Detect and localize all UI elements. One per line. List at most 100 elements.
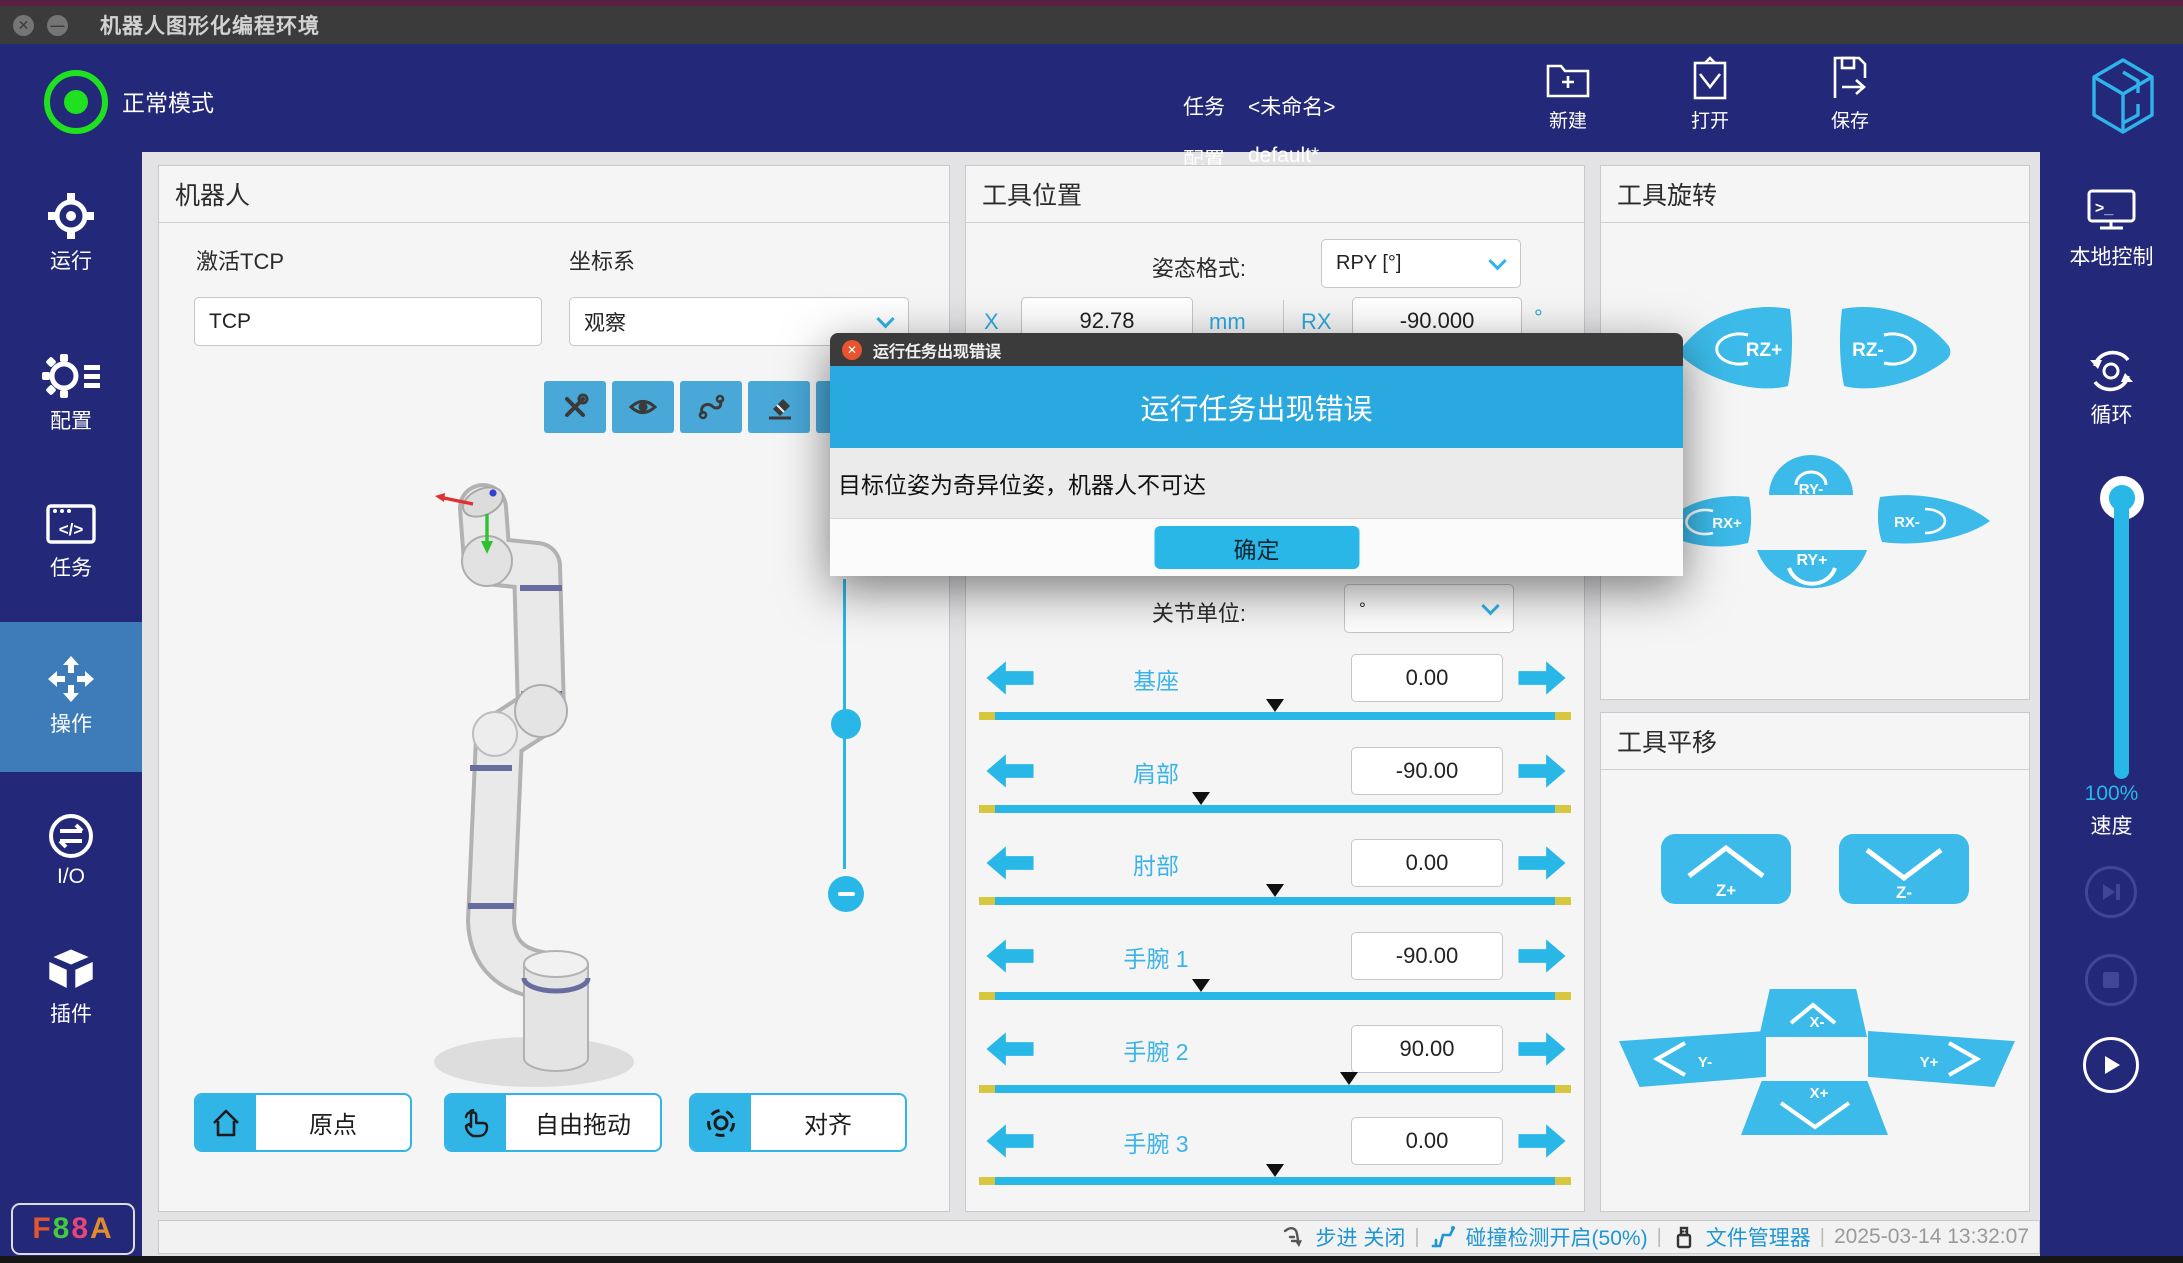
joint-value-input[interactable]: 90.00 bbox=[1351, 1025, 1503, 1073]
local-control-button[interactable]: >_ 本地控制 bbox=[2040, 187, 2183, 271]
joint-slider[interactable] bbox=[979, 1177, 1571, 1185]
joint-value-input[interactable]: 0.00 bbox=[1351, 654, 1503, 702]
joint-row: 肩部 -90.00 bbox=[966, 747, 1584, 795]
window-title: 机器人图形化编程环境 bbox=[100, 10, 320, 40]
visibility-button[interactable] bbox=[612, 381, 674, 433]
loop-button[interactable]: 循环 bbox=[2040, 347, 2183, 429]
rx-minus-button[interactable]: RX- bbox=[1873, 491, 1995, 549]
step-status[interactable]: 步进 关闭 bbox=[1316, 1222, 1406, 1252]
sidebar-item-config[interactable]: 配置 bbox=[0, 353, 142, 435]
tools-button[interactable] bbox=[544, 381, 606, 433]
joint-slider[interactable] bbox=[979, 805, 1571, 813]
dialog-ok-button[interactable]: 确定 bbox=[1154, 526, 1359, 569]
save-floppy-icon bbox=[1802, 54, 1898, 102]
rz-plus-button[interactable]: RZ+ bbox=[1676, 301, 1796, 396]
error-dialog-titlebar[interactable]: ✕ 运行任务出现错误 bbox=[830, 333, 1683, 366]
z-minus-button[interactable]: Z- bbox=[1839, 834, 1969, 904]
joint-slider-marker[interactable] bbox=[1340, 1072, 1358, 1085]
joint-decrease-button[interactable] bbox=[986, 753, 1034, 789]
window-minimize-icon[interactable]: — bbox=[47, 15, 68, 36]
stop-button[interactable] bbox=[2085, 954, 2137, 1006]
x-minus-button[interactable]: X- bbox=[1759, 989, 1867, 1037]
new-task-button[interactable]: 新建 bbox=[1520, 54, 1616, 133]
erase-button[interactable] bbox=[748, 381, 810, 433]
brand-logo-icon bbox=[2086, 52, 2160, 146]
speed-slider[interactable] bbox=[2114, 501, 2129, 779]
error-dialog-footer: 确定 bbox=[830, 518, 1683, 576]
svg-text:</>: </> bbox=[59, 520, 84, 539]
sidebar-item-plugin[interactable]: 插件 bbox=[0, 946, 142, 1028]
collision-status[interactable]: 碰撞检测开启(50%) bbox=[1466, 1222, 1648, 1252]
sidebar-item-operate[interactable]: 操作 bbox=[0, 656, 142, 738]
joint-slider[interactable] bbox=[979, 1085, 1571, 1093]
joint-value-input[interactable]: 0.00 bbox=[1351, 839, 1503, 887]
tool-position-panel: 工具位置 姿态格式: RPY [°] X 92.78 mm RX -90.000… bbox=[965, 165, 1585, 1212]
x-plus-button[interactable]: X+ bbox=[1741, 1081, 1888, 1135]
joint-increase-button[interactable] bbox=[1518, 1031, 1566, 1067]
joint-row: 肘部 0.00 bbox=[966, 839, 1584, 887]
free-drag-label: 自由拖动 bbox=[506, 1095, 660, 1150]
step-forward-button[interactable] bbox=[2085, 866, 2137, 918]
rz-minus-button[interactable]: RZ- bbox=[1836, 301, 1956, 396]
joint-slider[interactable] bbox=[979, 897, 1571, 905]
eye-icon bbox=[628, 392, 658, 422]
sidebar-item-io[interactable]: I/O bbox=[0, 813, 142, 889]
joint-slider-marker[interactable] bbox=[1192, 979, 1210, 992]
z-plus-button[interactable]: Z+ bbox=[1661, 834, 1791, 904]
robot-3d-view[interactable] bbox=[429, 466, 779, 1106]
pose-format-select[interactable]: RPY [°] bbox=[1321, 239, 1521, 288]
joint-value-input[interactable]: -90.00 bbox=[1351, 747, 1503, 795]
free-drag-button[interactable]: 自由拖动 bbox=[444, 1093, 662, 1152]
active-tcp-input[interactable]: TCP bbox=[194, 297, 542, 346]
ry-plus-button[interactable]: RY+ bbox=[1751, 544, 1873, 632]
joint-decrease-button[interactable] bbox=[986, 1123, 1034, 1159]
y-minus-button[interactable]: Y- bbox=[1619, 1031, 1766, 1087]
open-task-button[interactable]: 打开 bbox=[1662, 54, 1758, 133]
home-button[interactable]: 原点 bbox=[194, 1093, 412, 1152]
robot-model-badge: F88A bbox=[11, 1203, 135, 1255]
align-button[interactable]: 对齐 bbox=[689, 1093, 907, 1152]
joint-slider-marker[interactable] bbox=[1266, 1164, 1284, 1177]
joint-slider[interactable] bbox=[979, 992, 1571, 1000]
joint-value-input[interactable]: -90.00 bbox=[1351, 932, 1503, 980]
joint-slider-marker[interactable] bbox=[1266, 884, 1284, 897]
joint-decrease-button[interactable] bbox=[986, 845, 1034, 881]
joint-increase-button[interactable] bbox=[1518, 753, 1566, 789]
io-arrows-icon bbox=[0, 813, 142, 859]
sidebar-item-task[interactable]: </> 任务 bbox=[0, 500, 142, 582]
window-close-icon[interactable]: ✕ bbox=[13, 15, 34, 36]
error-dialog-heading: 运行任务出现错误 bbox=[830, 366, 1683, 448]
stop-icon bbox=[2101, 970, 2121, 990]
play-button[interactable] bbox=[2083, 1037, 2139, 1093]
joint-decrease-button[interactable] bbox=[986, 938, 1034, 974]
ry-minus-button[interactable]: RY- bbox=[1761, 449, 1861, 497]
joint-slider[interactable] bbox=[979, 712, 1571, 720]
bottom-edge bbox=[0, 1256, 2183, 1263]
y-plus-button[interactable]: Y+ bbox=[1868, 1031, 2015, 1087]
zoom-out-button[interactable] bbox=[828, 876, 864, 912]
header-bar: 正常模式 任务 <未命名> 配置 default* 新建 打开 bbox=[0, 44, 2183, 152]
status-separator: | bbox=[1414, 1226, 1419, 1249]
joint-increase-button[interactable] bbox=[1518, 660, 1566, 696]
x-unit-label: mm bbox=[1209, 309, 1246, 335]
joint-unit-select[interactable]: ° bbox=[1344, 584, 1514, 633]
file-manager-link[interactable]: 文件管理器 bbox=[1706, 1222, 1811, 1252]
joint-decrease-button[interactable] bbox=[986, 660, 1034, 696]
path-button[interactable] bbox=[680, 381, 742, 433]
joint-slider-marker[interactable] bbox=[1192, 792, 1210, 805]
sidebar-item-run[interactable]: 运行 bbox=[0, 193, 142, 275]
joint-value-input[interactable]: 0.00 bbox=[1351, 1117, 1503, 1165]
move-arrows-icon bbox=[0, 656, 142, 702]
joint-increase-button[interactable] bbox=[1518, 845, 1566, 881]
sidebar-operate-label: 操作 bbox=[0, 708, 142, 738]
dialog-close-icon[interactable]: ✕ bbox=[842, 340, 862, 360]
joint-decrease-button[interactable] bbox=[986, 1031, 1034, 1067]
new-folder-icon bbox=[1520, 54, 1616, 102]
joint-increase-button[interactable] bbox=[1518, 1123, 1566, 1159]
tool-position-title: 工具位置 bbox=[966, 166, 1584, 223]
view-zoom-thumb[interactable] bbox=[831, 709, 861, 739]
save-task-button[interactable]: 保存 bbox=[1802, 54, 1898, 133]
mode-label: 正常模式 bbox=[122, 84, 214, 118]
joint-increase-button[interactable] bbox=[1518, 938, 1566, 974]
joint-slider-marker[interactable] bbox=[1266, 699, 1284, 712]
